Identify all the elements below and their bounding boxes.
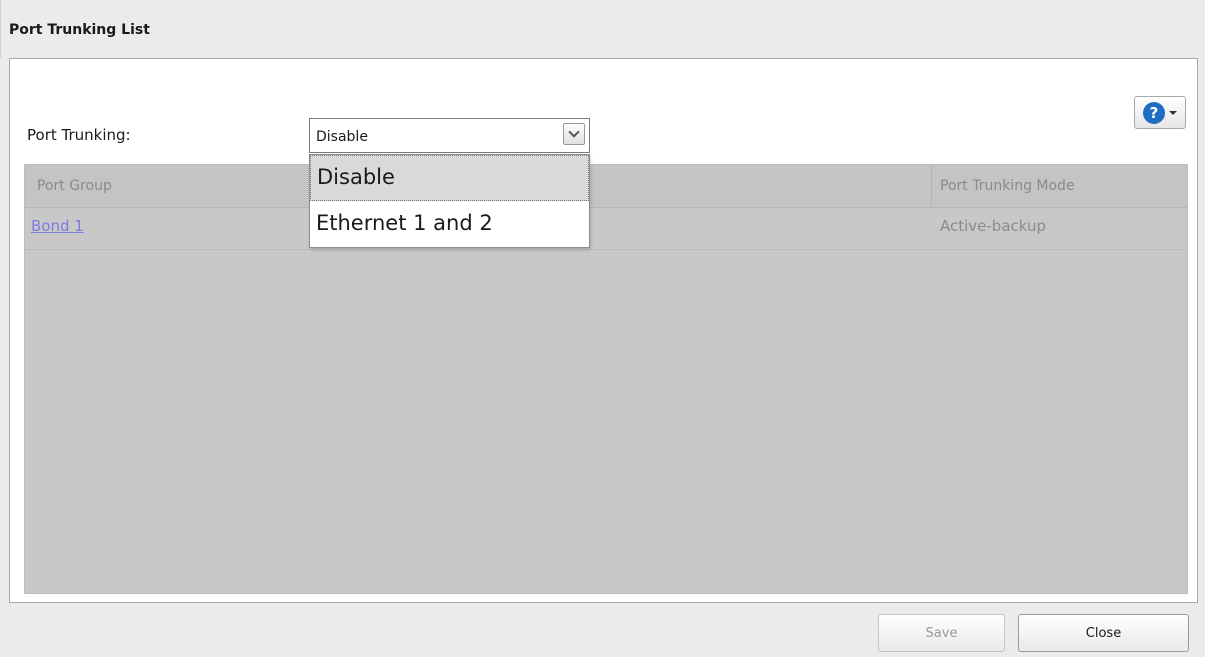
table-row[interactable]: Bond 1 Active-backup <box>25 208 1187 250</box>
column-header-port-group[interactable]: Port Group <box>37 178 112 194</box>
help-icon: ? <box>1143 101 1165 124</box>
table-header: Port Group Port Trunking Mode <box>25 165 1187 208</box>
port-trunking-mode-cell: Active-backup <box>940 217 1047 235</box>
column-header-port-trunking-mode[interactable]: Port Trunking Mode <box>940 178 1075 194</box>
close-button[interactable]: Close <box>1018 614 1189 652</box>
port-group-link[interactable]: Bond 1 <box>31 217 84 235</box>
port-trunking-label: Port Trunking: <box>27 126 131 144</box>
port-trunking-dropdown: Disable Ethernet 1 and 2 <box>309 154 590 248</box>
dialog-title: Port Trunking List <box>0 0 1205 58</box>
column-divider <box>931 165 932 207</box>
save-button[interactable]: Save <box>878 614 1005 652</box>
select-value: Disable <box>316 129 368 145</box>
port-group-table: Port Group Port Trunking Mode Bond 1 Act… <box>24 164 1188 594</box>
chevron-down-icon[interactable] <box>563 123 585 145</box>
dropdown-option-ethernet-1-and-2[interactable]: Ethernet 1 and 2 <box>310 202 589 248</box>
caret-down-icon <box>1169 110 1177 115</box>
dropdown-option-disable[interactable]: Disable <box>310 155 589 201</box>
help-button[interactable]: ? <box>1134 96 1186 129</box>
port-trunking-select[interactable]: Disable <box>309 118 590 153</box>
